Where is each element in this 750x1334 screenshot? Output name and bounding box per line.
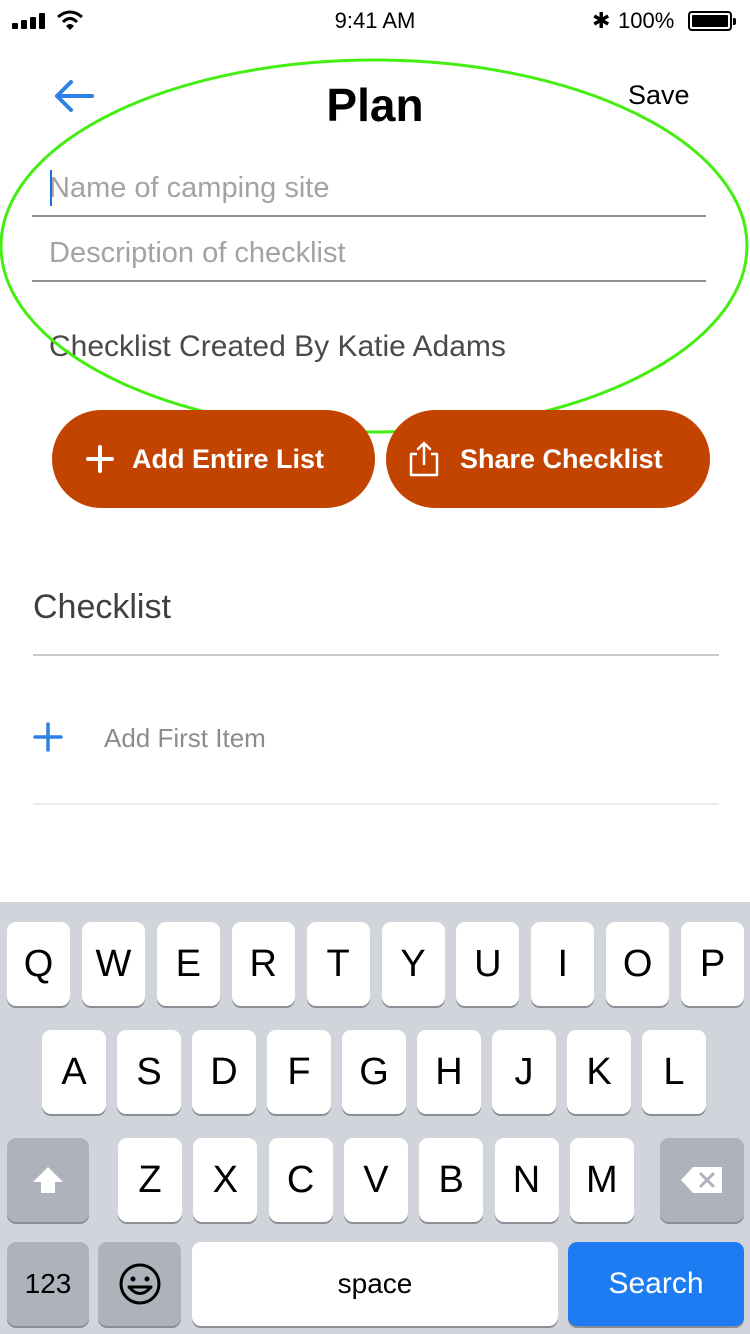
key-x[interactable]: X [193, 1138, 258, 1222]
key-q[interactable]: Q [7, 922, 70, 1006]
add-first-item-button[interactable]: Add First Item [104, 723, 266, 754]
emoji-key[interactable] [98, 1242, 181, 1326]
shift-icon [33, 1167, 63, 1193]
battery-icon [688, 11, 736, 31]
key-p[interactable]: P [681, 922, 745, 1006]
save-button[interactable]: Save [628, 80, 690, 111]
text-cursor [50, 170, 52, 206]
numbers-key[interactable]: 123 [7, 1242, 89, 1326]
emoji-icon [119, 1263, 160, 1305]
key-v[interactable]: V [343, 1138, 408, 1222]
key-g[interactable]: G [342, 1030, 406, 1114]
battery-percent: 100% [618, 8, 675, 33]
key-e[interactable]: E [156, 922, 220, 1006]
share-checklist-label: Share Checklist [460, 443, 663, 474]
key-u[interactable]: U [456, 922, 520, 1006]
key-y[interactable]: Y [381, 922, 445, 1006]
key-t[interactable]: T [306, 922, 370, 1006]
created-by-text: Checklist Created By Katie Adams [49, 330, 506, 363]
key-h[interactable]: H [417, 1030, 481, 1114]
key-m[interactable]: M [569, 1138, 634, 1222]
key-d[interactable]: D [192, 1030, 256, 1114]
key-c[interactable]: C [268, 1138, 333, 1222]
key-l[interactable]: L [642, 1030, 706, 1114]
share-icon [406, 440, 442, 478]
key-a[interactable]: A [42, 1030, 106, 1114]
share-checklist-button[interactable]: Share Checklist [386, 410, 710, 508]
key-j[interactable]: J [492, 1030, 556, 1114]
key-s[interactable]: S [117, 1030, 181, 1114]
add-entire-list-button[interactable]: Add Entire List [52, 410, 375, 508]
key-f[interactable]: F [267, 1030, 331, 1114]
checklist-divider [33, 654, 719, 656]
key-z[interactable]: Z [118, 1138, 182, 1222]
add-entire-list-label: Add Entire List [132, 443, 325, 474]
key-r[interactable]: R [231, 922, 295, 1006]
checklist-heading: Checklist [33, 588, 171, 626]
backspace-key[interactable] [660, 1138, 744, 1222]
shift-key[interactable] [7, 1138, 89, 1222]
key-o[interactable]: O [606, 922, 670, 1006]
search-key[interactable]: Search [568, 1242, 744, 1326]
space-key[interactable]: space [192, 1242, 558, 1326]
key-i[interactable]: I [531, 922, 595, 1006]
checklist-description-input[interactable] [32, 226, 706, 282]
item-divider [33, 803, 719, 805]
backspace-icon [681, 1167, 722, 1193]
key-k[interactable]: K [567, 1030, 631, 1114]
key-b[interactable]: B [419, 1138, 484, 1222]
camping-site-name-input[interactable] [32, 161, 706, 217]
key-n[interactable]: N [494, 1138, 559, 1222]
keyboard: QWERTYUIOP ASDFGHJKL ZXCVBNM 123 space S… [0, 902, 750, 1334]
key-w[interactable]: W [81, 922, 145, 1006]
bluetooth-icon: ✱ [592, 8, 611, 33]
plus-icon [86, 445, 114, 473]
add-item-plus-icon[interactable] [33, 722, 63, 752]
